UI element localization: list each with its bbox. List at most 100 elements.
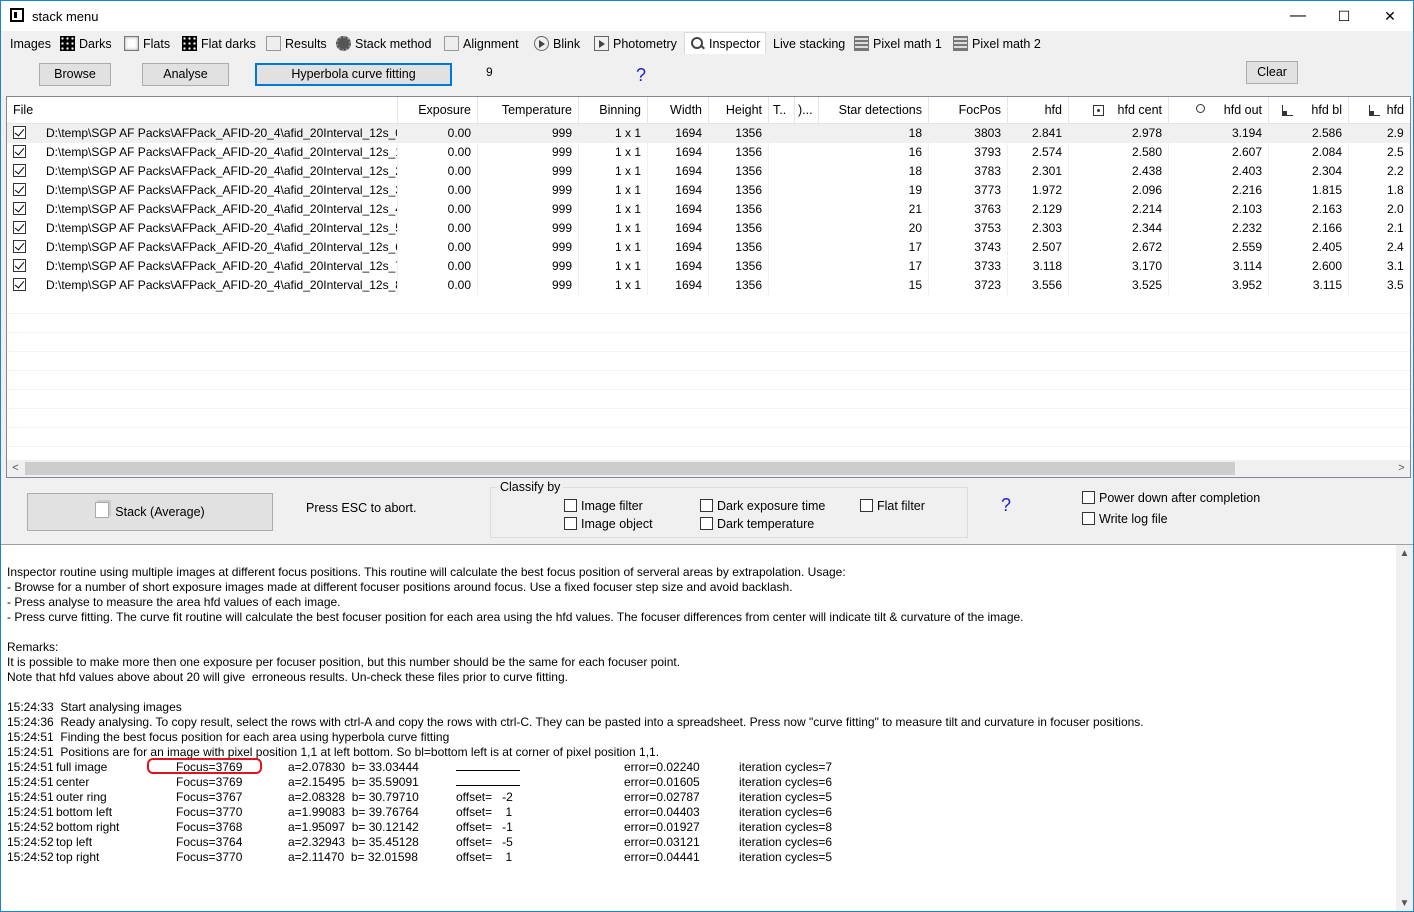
- header-label: hfd bl: [1311, 103, 1342, 117]
- cell-out: 2.216: [1169, 181, 1269, 200]
- log-line: It is possible to make more then one exp…: [7, 655, 681, 669]
- cell-hfd: 2.507: [1008, 238, 1069, 257]
- header-hfd-cent[interactable]: hfd cent: [1069, 97, 1169, 123]
- cell-foc: 3753: [929, 219, 1008, 238]
- header-file[interactable]: File: [7, 97, 398, 123]
- row-checkbox[interactable]: [13, 221, 26, 234]
- scroll-thumb[interactable]: [25, 462, 1235, 475]
- header-hfd[interactable]: hfd: [1008, 97, 1069, 123]
- header-height[interactable]: Height: [709, 97, 769, 123]
- hyperbola-curve-fitting-button[interactable]: Hyperbola curve fitting: [255, 63, 452, 86]
- close-button[interactable]: ✕: [1367, 1, 1413, 31]
- image-object-checkbox[interactable]: Image object: [564, 517, 653, 531]
- image-list[interactable]: File Exposure Temperature Binning Width …: [6, 96, 1411, 478]
- row-checkbox[interactable]: [13, 278, 26, 291]
- header-width[interactable]: Width: [648, 97, 709, 123]
- tab-label: Flats: [143, 37, 171, 51]
- row-checkbox[interactable]: [13, 126, 26, 139]
- scroll-up-icon[interactable]: ▲: [1396, 545, 1413, 562]
- tab-alignment[interactable]: Alignment: [439, 34, 524, 54]
- image-filter-checkbox[interactable]: Image filter: [564, 499, 643, 513]
- cell-hfd: 2.129: [1008, 200, 1069, 219]
- vertical-scrollbar[interactable]: ▲ ▼: [1396, 545, 1413, 911]
- log-memo[interactable]: Inspector routine using multiple images …: [1, 544, 1413, 911]
- header-hfd-bl[interactable]: hfd bl: [1269, 97, 1349, 123]
- row-checkbox[interactable]: [13, 259, 26, 272]
- header-binning[interactable]: Binning: [579, 97, 648, 123]
- classify-by-label: Classify by: [497, 480, 564, 494]
- row-checkbox[interactable]: [13, 202, 26, 215]
- table-row[interactable]: D:\temp\SGP AF Packs\AFPack_AFID-20_4\af…: [7, 276, 1410, 295]
- result-error: error=0.01927: [624, 820, 700, 834]
- table-row[interactable]: D:\temp\SGP AF Packs\AFPack_AFID-20_4\af…: [7, 238, 1410, 257]
- cell-h: 1356: [709, 143, 769, 162]
- cell-w: 1694: [648, 257, 709, 276]
- tab-live-stacking[interactable]: Live stacking: [768, 34, 850, 54]
- table-row[interactable]: D:\temp\SGP AF Packs\AFPack_AFID-20_4\af…: [7, 181, 1410, 200]
- scroll-right-icon[interactable]: >: [1393, 460, 1410, 477]
- table-row[interactable]: D:\temp\SGP AF Packs\AFPack_AFID-20_4\af…: [7, 162, 1410, 181]
- result-time: 15:24:52: [7, 835, 54, 849]
- minimize-button[interactable]: —: [1275, 1, 1321, 31]
- tab-flats[interactable]: Flats: [119, 34, 175, 54]
- cell-file: D:\temp\SGP AF Packs\AFPack_AFID-20_4\af…: [40, 143, 398, 162]
- stack-method-icon: [336, 36, 351, 51]
- row-checkbox[interactable]: [13, 240, 26, 253]
- table-row[interactable]: D:\temp\SGP AF Packs\AFPack_AFID-20_4\af…: [7, 257, 1410, 276]
- header-focpos[interactable]: FocPos: [929, 97, 1008, 123]
- header-t[interactable]: T..: [769, 97, 795, 123]
- header-hfd-out[interactable]: hfd out: [1169, 97, 1269, 123]
- tab-blink[interactable]: Blink: [529, 34, 585, 54]
- header-hfd-br[interactable]: hfd: [1349, 97, 1410, 123]
- header-exposure[interactable]: Exposure: [398, 97, 478, 123]
- tab-pixel-math-2[interactable]: Pixel math 2: [948, 34, 1046, 54]
- cell-file: D:\temp\SGP AF Packs\AFPack_AFID-20_4\af…: [40, 276, 398, 295]
- tab-label: Inspector: [709, 37, 761, 51]
- dark-exposure-checkbox[interactable]: Dark exposure time: [700, 499, 825, 513]
- browse-button[interactable]: Browse: [39, 63, 111, 86]
- cell-file: D:\temp\SGP AF Packs\AFPack_AFID-20_4\af…: [40, 257, 398, 276]
- cell-hfd: 1.972: [1008, 181, 1069, 200]
- pixel-math-icon: [854, 36, 869, 51]
- scroll-left-icon[interactable]: <: [7, 460, 24, 477]
- maximize-button[interactable]: ☐: [1321, 1, 1367, 31]
- cell-last: 1.8: [1349, 181, 1410, 200]
- tab-flat-darks[interactable]: Flat darks: [177, 34, 261, 54]
- classify-help-link[interactable]: ?: [1001, 495, 1011, 516]
- log-line: - Press analyse to measure the area hfd …: [7, 595, 341, 609]
- help-link[interactable]: ?: [636, 65, 646, 86]
- table-row[interactable]: D:\temp\SGP AF Packs\AFPack_AFID-20_4\af…: [7, 143, 1410, 162]
- row-checkbox[interactable]: [13, 145, 26, 158]
- empty-row: [7, 428, 1410, 447]
- cell-w: 1694: [648, 200, 709, 219]
- header-temperature[interactable]: Temperature: [478, 97, 579, 123]
- clear-button[interactable]: Clear: [1246, 61, 1298, 84]
- table-row[interactable]: D:\temp\SGP AF Packs\AFPack_AFID-20_4\af…: [7, 219, 1410, 238]
- result-ab: a=2.32943 b= 35.45128: [288, 835, 419, 849]
- tab-stack-method[interactable]: Stack method: [331, 34, 436, 54]
- header-collapsed[interactable]: )...: [795, 97, 819, 123]
- cell-foc: 3783: [929, 162, 1008, 181]
- tab-photometry[interactable]: Photometry: [589, 34, 682, 54]
- table-row[interactable]: D:\temp\SGP AF Packs\AFPack_AFID-20_4\af…: [7, 124, 1410, 143]
- table-row[interactable]: D:\temp\SGP AF Packs\AFPack_AFID-20_4\af…: [7, 200, 1410, 219]
- scroll-down-icon[interactable]: ▼: [1396, 895, 1413, 911]
- power-down-checkbox[interactable]: Power down after completion: [1082, 491, 1260, 505]
- row-checkbox[interactable]: [13, 183, 26, 196]
- dark-temperature-checkbox[interactable]: Dark temperature: [700, 517, 814, 531]
- stack-average-button[interactable]: Stack (Average): [27, 493, 273, 531]
- empty-row: [7, 295, 1410, 314]
- row-checkbox[interactable]: [13, 164, 26, 177]
- result-focus: Focus=3769: [176, 775, 243, 789]
- write-log-checkbox[interactable]: Write log file: [1082, 512, 1168, 526]
- result-area: full image: [56, 760, 108, 774]
- tab-pixel-math-1[interactable]: Pixel math 1: [849, 34, 947, 54]
- tab-results[interactable]: Results: [261, 34, 332, 54]
- analyse-button[interactable]: Analyse: [142, 63, 229, 86]
- horizontal-scrollbar[interactable]: < >: [7, 460, 1410, 477]
- tab-inspector[interactable]: Inspector: [684, 32, 767, 56]
- tab-images[interactable]: Images: [5, 34, 56, 54]
- flat-filter-checkbox[interactable]: Flat filter: [860, 499, 925, 513]
- header-star-detections[interactable]: Star detections: [819, 97, 929, 123]
- tab-darks[interactable]: Darks: [55, 34, 117, 54]
